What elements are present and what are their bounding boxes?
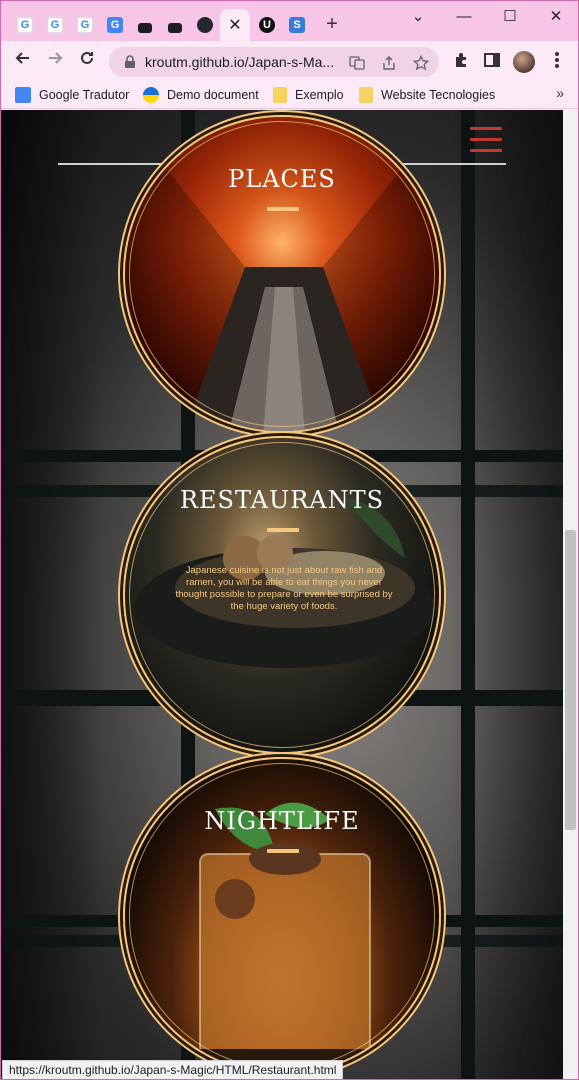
google-translate-icon <box>15 87 31 103</box>
scrollbar-thumb[interactable] <box>565 530 576 830</box>
status-bar-url: https://kroutm.github.io/Japan-s-Magic/H… <box>2 1060 344 1079</box>
lock-icon[interactable] <box>123 55 137 69</box>
restaurants-card[interactable]: RESTAURANTS Japanese cuisine is not just… <box>123 436 441 754</box>
section-title: NIGHTLIFE <box>204 807 360 835</box>
google-translate-icon: G <box>107 17 123 33</box>
bookmarks-bar: Google Tradutor Demo document Exemplo We… <box>1 81 578 109</box>
maximize-button[interactable]: ☐ <box>488 5 532 29</box>
bookmark-label: Demo document <box>167 88 259 102</box>
udemy-icon <box>168 23 182 33</box>
google-icon: G <box>17 17 33 33</box>
arrow-right-icon <box>49 52 63 64</box>
section-title: PLACES <box>228 165 336 193</box>
hamburger-menu-button[interactable] <box>470 127 502 153</box>
tab-sheets[interactable]: S <box>283 9 311 41</box>
share-icon[interactable] <box>381 55 397 71</box>
tab-uwill[interactable]: U <box>253 9 281 41</box>
bookmark-demo-document[interactable]: Demo document <box>143 85 259 105</box>
page-viewport[interactable]: PLACES RESTAURANTS Japanese cuisine is n… <box>1 110 563 1079</box>
tab-translate[interactable]: G <box>101 9 129 41</box>
new-tab-button[interactable]: + <box>321 13 343 35</box>
folder-icon <box>273 87 287 103</box>
extensions-icon[interactable] <box>451 51 471 71</box>
title-underline <box>267 528 299 532</box>
sheets-icon: S <box>289 17 305 33</box>
tab-google-2[interactable]: G <box>41 9 69 41</box>
forward-button[interactable] <box>43 49 67 73</box>
kebab-menu-icon[interactable] <box>547 51 567 71</box>
bookmark-google-tradutor[interactable]: Google Tradutor <box>15 85 129 105</box>
tab-google-3[interactable]: G <box>71 9 99 41</box>
tab-search-button[interactable]: ⌄ <box>396 5 440 29</box>
nightlife-card[interactable]: NIGHTLIFE <box>123 757 441 1075</box>
tab-google-1[interactable]: G <box>11 9 39 41</box>
ukraine-icon <box>143 87 159 103</box>
vertical-scrollbar[interactable] <box>563 110 578 1079</box>
tab-active[interactable]: ✕ <box>220 9 250 41</box>
arrow-left-icon <box>15 52 29 64</box>
star-icon[interactable] <box>412 54 430 71</box>
minimize-button[interactable]: — <box>442 5 486 29</box>
tab-udemy-1[interactable] <box>131 9 159 41</box>
title-underline <box>267 849 299 853</box>
bookmark-website-tecnologies[interactable]: Website Tecnologies <box>359 85 495 105</box>
browser-window: G G G G ✕ U S + ⌄ — ☐ ✕ kroutm.github.io… <box>0 0 579 1080</box>
bookmark-exemplo[interactable]: Exemplo <box>273 85 344 105</box>
more-bookmarks-button[interactable]: » <box>556 85 564 101</box>
url-text[interactable]: kroutm.github.io/Japan-s-Ma... <box>145 54 341 70</box>
reload-button[interactable] <box>75 49 99 73</box>
translate-page-icon[interactable] <box>349 55 365 71</box>
uwill-icon: U <box>259 17 275 33</box>
udemy-icon <box>138 23 152 33</box>
github-icon <box>197 17 213 33</box>
back-button[interactable] <box>11 49 35 73</box>
bookmark-label: Google Tradutor <box>39 88 130 102</box>
google-icon: G <box>77 17 93 33</box>
tab-strip: G G G G ✕ U S + ⌄ — ☐ ✕ <box>1 1 578 41</box>
background-grid-line <box>461 110 475 1079</box>
browser-toolbar: kroutm.github.io/Japan-s-Ma... <box>1 41 578 81</box>
folder-icon <box>359 87 373 103</box>
places-card[interactable]: PLACES <box>123 115 441 433</box>
tab-udemy-2[interactable] <box>161 9 189 41</box>
title-underline <box>267 207 299 211</box>
profile-avatar[interactable] <box>513 51 535 73</box>
close-icon[interactable]: ✕ <box>228 15 241 35</box>
tab-github[interactable] <box>191 9 219 41</box>
reload-icon <box>81 51 93 64</box>
google-icon: G <box>47 17 63 33</box>
section-title: RESTAURANTS <box>179 486 385 514</box>
bookmark-label: Website Tecnologies <box>381 88 496 102</box>
bookmark-label: Exemplo <box>295 88 344 102</box>
close-window-button[interactable]: ✕ <box>534 5 578 29</box>
side-panel-icon[interactable] <box>482 51 502 71</box>
section-description: Japanese cuisine is not just about raw f… <box>175 565 393 612</box>
